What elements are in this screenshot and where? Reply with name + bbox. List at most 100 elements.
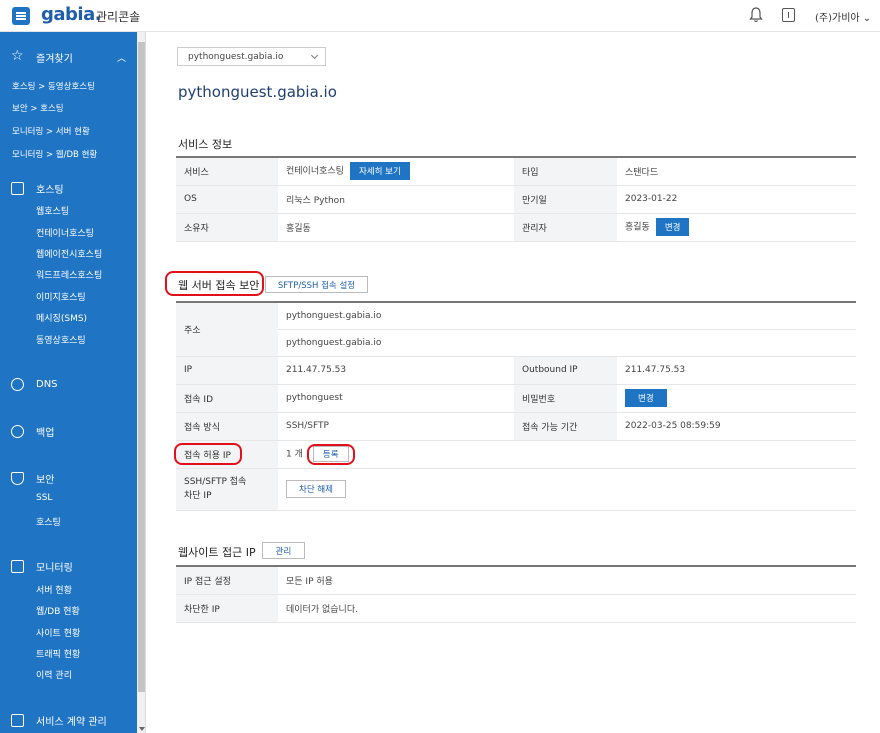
sidebar-section-label: 보안 [36,474,55,486]
label-service: 서비스 [176,157,278,186]
console-title: 관리콘솔 [96,10,141,24]
sidebar-item-container-hosting[interactable]: 컨테이너호스팅 [36,226,94,239]
table-row: 차단한 IP 데이터가 없습니다. [176,594,856,623]
table-row: 서비스 컨테이너호스팅 자세히 보기 타입 스탠다드 [176,157,856,186]
sidebar: ☆ 즐겨찾기 ︿ 호스팅 > 동영상호스팅 보안 > 호스팅 모니터링 > 서버… [0,32,137,733]
sidebar-section-hosting[interactable]: 호스팅 [0,179,137,197]
sidebar-section-label: 모니터링 [36,562,73,574]
label-os: OS [176,185,278,214]
sidebar-section-security[interactable]: 보안 [0,469,137,487]
value-access-period: 2022-03-25 08:59:59 [617,412,856,441]
sidebar-item-traffic-status[interactable]: 트래픽 현황 [36,647,80,660]
sidebar-item-ssl[interactable]: SSL [36,493,52,503]
sidebar-item-site-status[interactable]: 사이트 현황 [36,626,80,639]
chevron-up-icon[interactable]: ︿ [117,51,126,64]
label-access-id: 접속 ID [176,384,278,413]
change-password-button[interactable]: 변경 [625,389,667,407]
value-address: pythonguest.gabia.io [278,302,856,330]
sftp-ssh-settings-button[interactable]: SFTP/SSH 접속 설정 [265,276,368,293]
label-allowed-ip: 접속 허용 IP [176,440,278,469]
favorite-link[interactable]: 호스팅 > 동영상호스팅 [12,80,95,92]
blocked-ip-label-line: 차단 IP [184,491,212,501]
sidebar-section-label: 서비스 계약 관리 [36,716,107,728]
value-type: 스탠다드 [617,157,856,186]
sidebar-item-video-hosting[interactable]: 동영상호스팅 [36,333,86,346]
table-row: SSH/SFTP 접속 차단 IP 차단 해제 [176,468,856,511]
globe-icon [11,377,24,391]
notice-icon[interactable] [782,8,795,22]
sidebar-item-web-db-status[interactable]: 웹/DB 현황 [36,604,80,617]
table-row: 주소 pythonguest.gabia.io [176,302,856,357]
table-row: pythonguest.gabia.io [176,329,856,357]
main-content: pythonguest.gabia.io pythonguest.gabia.i… [146,32,880,733]
value-blocked-ip: 차단 해제 [278,468,856,511]
favorite-link[interactable]: 모니터링 > 웹/DB 현황 [12,148,97,160]
site-access-ip-table: IP 접근 설정 모든 IP 허용 차단한 IP 데이터가 없습니다. [176,565,856,623]
label-access-method: 접속 방식 [176,412,278,441]
sidebar-item-server-status[interactable]: 서버 현황 [36,583,72,596]
allowed-ip-count: 1 개 [286,449,303,460]
scroll-down-arrow-icon[interactable] [139,727,145,731]
monitor-icon [11,559,24,573]
unblock-button[interactable]: 차단 해제 [286,480,346,498]
shield-icon [11,471,24,485]
user-name: (주)가비아 [815,13,860,24]
label-blocked-site-ip: 차단한 IP [176,594,278,623]
sidebar-section-monitoring[interactable]: 모니터링 [0,557,137,575]
value-allowed-ip: 1 개 등록 [278,440,856,469]
view-details-button[interactable]: 자세히 보기 [349,162,410,181]
sidebar-section-label: 호스팅 [36,184,64,196]
label-owner: 소유자 [176,213,278,242]
sidebar-item-messaging[interactable]: 메시징(SMS) [36,311,87,324]
value-ip: 211.47.75.53 [278,356,514,385]
value-manager: 홍길동 변경 [617,213,856,242]
label-ip-access-setting: IP 접근 설정 [176,566,278,595]
domain-select[interactable]: pythonguest.gabia.io [177,47,326,66]
gabia-logo[interactable]: gabia. [41,4,102,25]
value-blocked-site-ip: 데이터가 없습니다. [278,594,856,623]
star-icon: ☆ [11,48,24,64]
sidebar-item-web-hosting[interactable]: 웹호스팅 [36,204,69,217]
sidebar-section-label: DNS [36,378,58,390]
web-security-table: 주소 pythonguest.gabia.io pythonguest.gabi… [176,301,856,511]
chevron-down-icon [310,51,319,60]
bell-icon[interactable] [749,7,763,23]
label-outbound-ip: Outbound IP [514,356,617,385]
service-info-table: 서비스 컨테이너호스팅 자세히 보기 타입 스탠다드 OS 리눅스 Python … [176,156,856,242]
service-info-title: 서비스 정보 [178,138,233,151]
table-row: 접속 ID pythonguest 비밀번호 변경 [176,384,856,413]
label-manager: 관리자 [514,213,617,242]
table-row: IP 211.47.75.53 Outbound IP 211.47.75.53 [176,356,856,385]
sidebar-section-backup[interactable]: 백업 [0,422,137,440]
sidebar-section-contract[interactable]: 서비스 계약 관리 [0,711,137,729]
favorite-link[interactable]: 보안 > 호스팅 [12,102,64,114]
domain-select-value: pythonguest.gabia.io [188,52,284,62]
sidebar-item-wordpress-hosting[interactable]: 워드프레스호스팅 [36,268,102,281]
table-row: 접속 허용 IP 1 개 등록 [176,440,856,469]
sidebar-item-history[interactable]: 이력 관리 [36,668,72,681]
favorite-link[interactable]: 모니터링 > 서버 현황 [12,125,90,137]
register-ip-button[interactable]: 등록 [312,446,349,462]
change-manager-button[interactable]: 변경 [655,218,690,236]
hosting-icon [11,181,24,195]
sidebar-scrollbar[interactable] [137,32,146,733]
sidebar-item-image-hosting[interactable]: 이미지호스팅 [36,290,86,303]
scrollbar-thumb[interactable] [138,42,145,692]
value-ip-access-setting: 모든 IP 허용 [278,566,856,595]
value-password: 변경 [617,384,856,413]
menu-icon[interactable] [12,7,30,25]
label-type: 타입 [514,157,617,186]
sidebar-section-dns[interactable]: DNS [0,375,137,393]
top-header: gabia. 관리콘솔 (주)가비아 ⌄ [0,0,880,32]
backup-icon [11,424,24,438]
value-os: 리눅스 Python [278,185,514,214]
value-access-id: pythonguest [278,384,514,413]
value-access-method: SSH/SFTP [278,412,514,441]
sidebar-section-favorites[interactable]: ☆ 즐겨찾기 ︿ [0,48,137,66]
label-ip: IP [176,356,278,385]
sidebar-item-web-agency-hosting[interactable]: 웹에이전시호스팅 [36,247,102,260]
user-menu[interactable]: (주)가비아 ⌄ [815,9,871,24]
contract-icon [11,713,24,727]
manage-site-ip-button[interactable]: 관리 [262,542,305,559]
sidebar-item-security-hosting[interactable]: 호스팅 [36,515,61,528]
